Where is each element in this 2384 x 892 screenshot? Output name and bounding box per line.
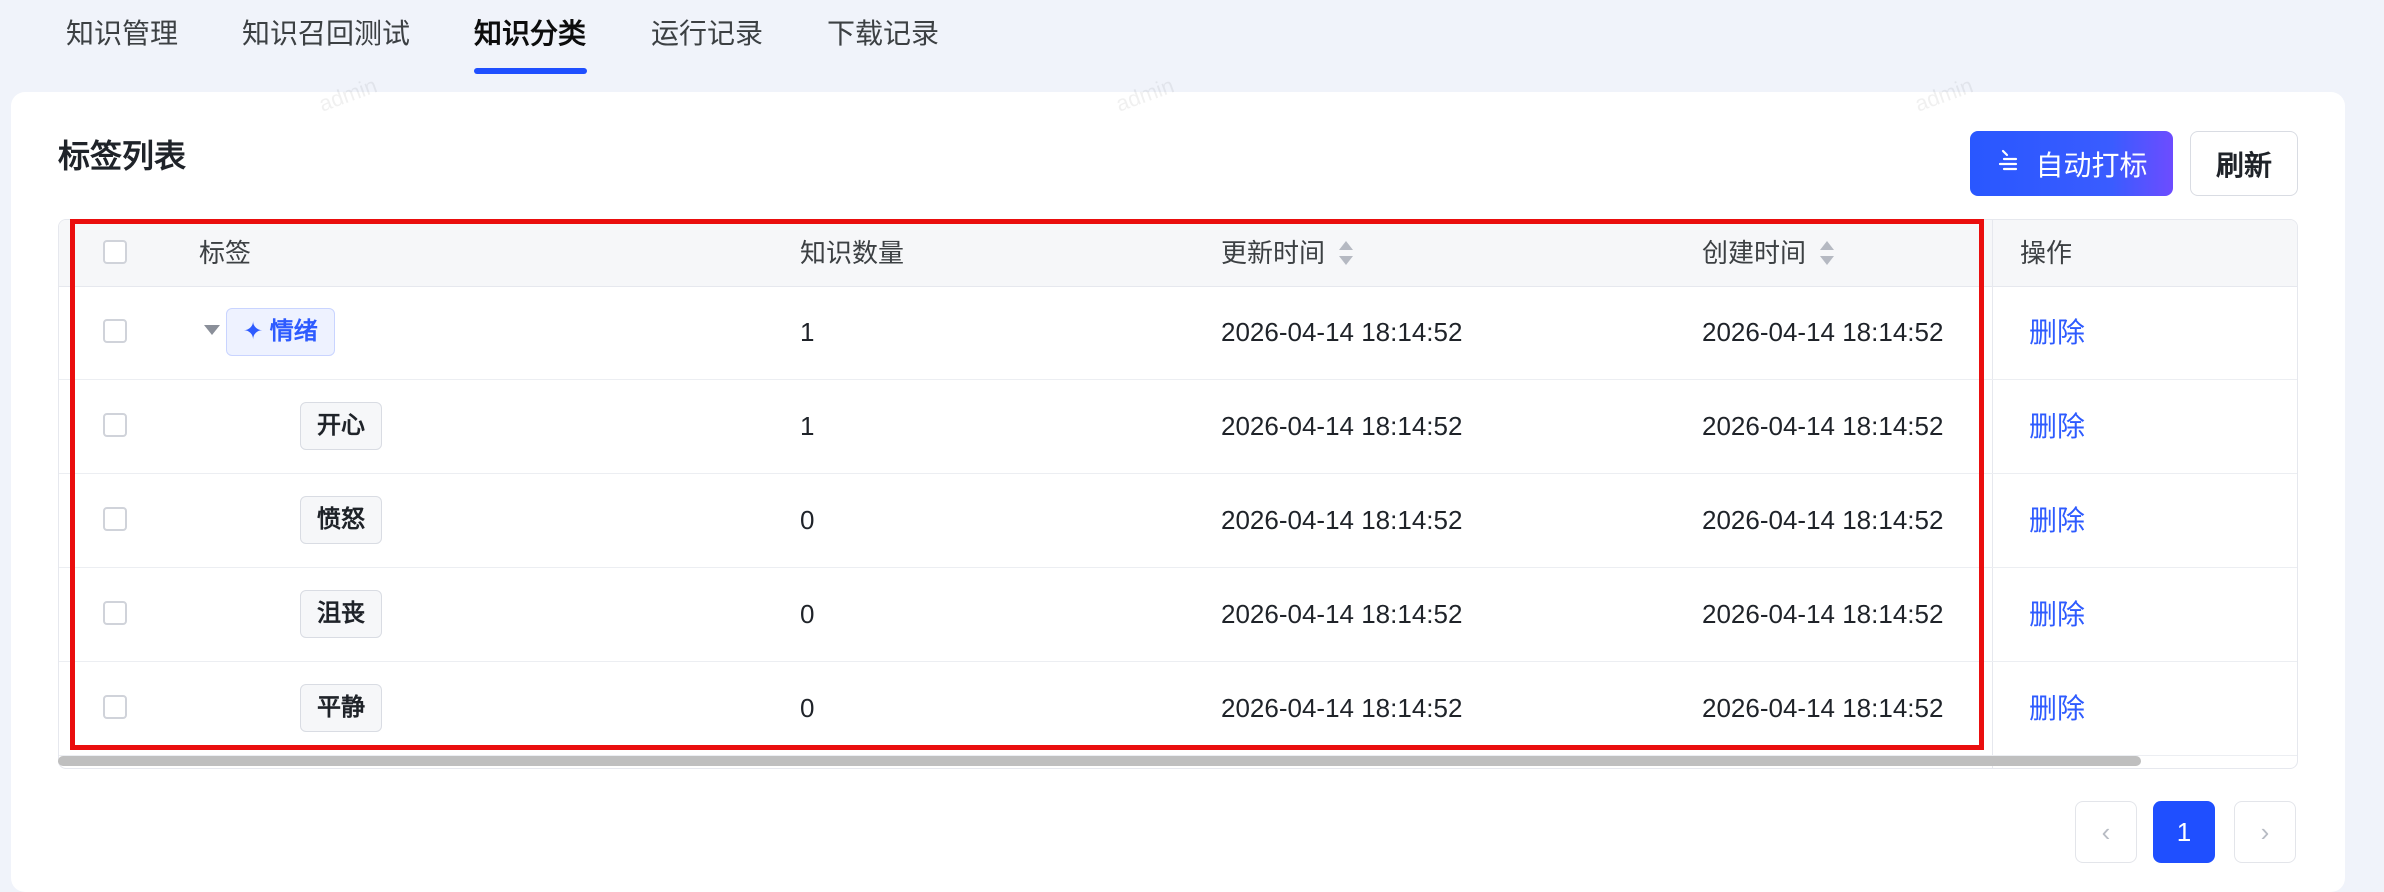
tab-run-records[interactable]: 运行记录 [651, 14, 763, 54]
auto-tag-icon [1995, 147, 2021, 180]
updated-cell: 2026-04-14 18:14:52 [1221, 505, 1463, 535]
prev-page-button[interactable]: ‹ [2075, 801, 2137, 863]
column-header-updated[interactable]: 更新时间 [1221, 220, 1354, 286]
created-cell: 2026-04-14 18:14:52 [1702, 693, 1944, 723]
sort-icon[interactable] [1339, 239, 1354, 267]
auto-tag-label: 自动打标 [2035, 149, 2148, 181]
page-1-button[interactable]: 1 [2153, 801, 2215, 863]
count-cell: 0 [800, 693, 815, 723]
row-checkbox[interactable] [103, 695, 127, 719]
row-checkbox[interactable] [103, 507, 127, 531]
table-row: 愤怒 0 2026-04-14 18:14:52 2026-04-14 18:1… [59, 474, 2297, 568]
count-cell: 0 [800, 505, 815, 535]
horizontal-scrollbar[interactable] [58, 756, 2141, 766]
count-cell: 1 [800, 317, 815, 347]
column-header-count: 知识数量 [800, 238, 905, 268]
row-checkbox[interactable] [103, 413, 127, 437]
tag-chip[interactable]: 愤怒 [300, 496, 382, 544]
row-checkbox[interactable] [103, 319, 127, 343]
chevron-right-icon: › [2260, 816, 2270, 847]
delete-link[interactable]: 删除 [2029, 662, 2085, 755]
delete-link[interactable]: 删除 [2029, 286, 2085, 379]
tag-chip[interactable]: 沮丧 [300, 590, 382, 638]
created-cell: 2026-04-14 18:14:52 [1702, 599, 1944, 629]
table-row: 平静 0 2026-04-14 18:14:52 2026-04-14 18:1… [59, 662, 2297, 756]
column-header-actions: 操作 [2020, 238, 2073, 268]
table-row: 沮丧 0 2026-04-14 18:14:52 2026-04-14 18:1… [59, 568, 2297, 662]
tab-knowledge-management[interactable]: 知识管理 [66, 14, 178, 54]
select-all-checkbox[interactable] [103, 240, 127, 264]
column-header-created-label: 创建时间 [1702, 238, 1807, 268]
column-header-created[interactable]: 创建时间 [1702, 220, 1835, 286]
delete-link[interactable]: 删除 [2029, 568, 2085, 661]
tab-knowledge-recall-test[interactable]: 知识召回测试 [242, 14, 410, 54]
tag-chip[interactable]: 开心 [300, 402, 382, 450]
tab-knowledge-classification[interactable]: 知识分类 [474, 14, 586, 54]
updated-cell: 2026-04-14 18:14:52 [1221, 317, 1463, 347]
table-header: 标签 知识数量 更新时间 创建时间 操作 [59, 220, 2297, 287]
count-cell: 1 [800, 411, 815, 441]
column-header-tag: 标签 [199, 238, 252, 268]
tag-label: 情绪 [269, 318, 318, 345]
auto-tag-button[interactable]: 自动打标 [1970, 131, 2173, 196]
table-row: 开心 1 2026-04-14 18:14:52 2026-04-14 18:1… [59, 380, 2297, 474]
tab-bar: 知识管理 知识召回测试 知识分类 运行记录 下载记录 [0, 0, 2384, 76]
tag-chip[interactable]: 平静 [300, 684, 382, 732]
created-cell: 2026-04-14 18:14:52 [1702, 411, 1944, 441]
created-cell: 2026-04-14 18:14:52 [1702, 505, 1944, 535]
chevron-left-icon: ‹ [2101, 816, 2111, 847]
sparkle-icon: ✦ [243, 318, 270, 345]
updated-cell: 2026-04-14 18:14:52 [1221, 411, 1463, 441]
column-header-updated-label: 更新时间 [1221, 238, 1326, 268]
delete-link[interactable]: 删除 [2029, 474, 2085, 567]
active-tab-indicator [474, 68, 587, 74]
created-cell: 2026-04-14 18:14:52 [1702, 317, 1944, 347]
tab-download-records[interactable]: 下载记录 [827, 14, 939, 54]
tag-table: 标签 知识数量 更新时间 创建时间 操作 ✦ 情绪 1 2026-04-14 1… [58, 219, 2298, 769]
page-title: 标签列表 [58, 138, 187, 174]
updated-cell: 2026-04-14 18:14:52 [1221, 599, 1463, 629]
table-row: ✦ 情绪 1 2026-04-14 18:14:52 2026-04-14 18… [59, 286, 2297, 380]
refresh-button[interactable]: 刷新 [2190, 131, 2298, 196]
tag-chip-parent[interactable]: ✦ 情绪 [226, 308, 335, 356]
expand-caret-icon[interactable] [204, 325, 220, 335]
next-page-button[interactable]: › [2234, 801, 2296, 863]
delete-link[interactable]: 删除 [2029, 380, 2085, 473]
updated-cell: 2026-04-14 18:14:52 [1221, 693, 1463, 723]
row-checkbox[interactable] [103, 601, 127, 625]
count-cell: 0 [800, 599, 815, 629]
sort-icon[interactable] [1820, 239, 1835, 267]
